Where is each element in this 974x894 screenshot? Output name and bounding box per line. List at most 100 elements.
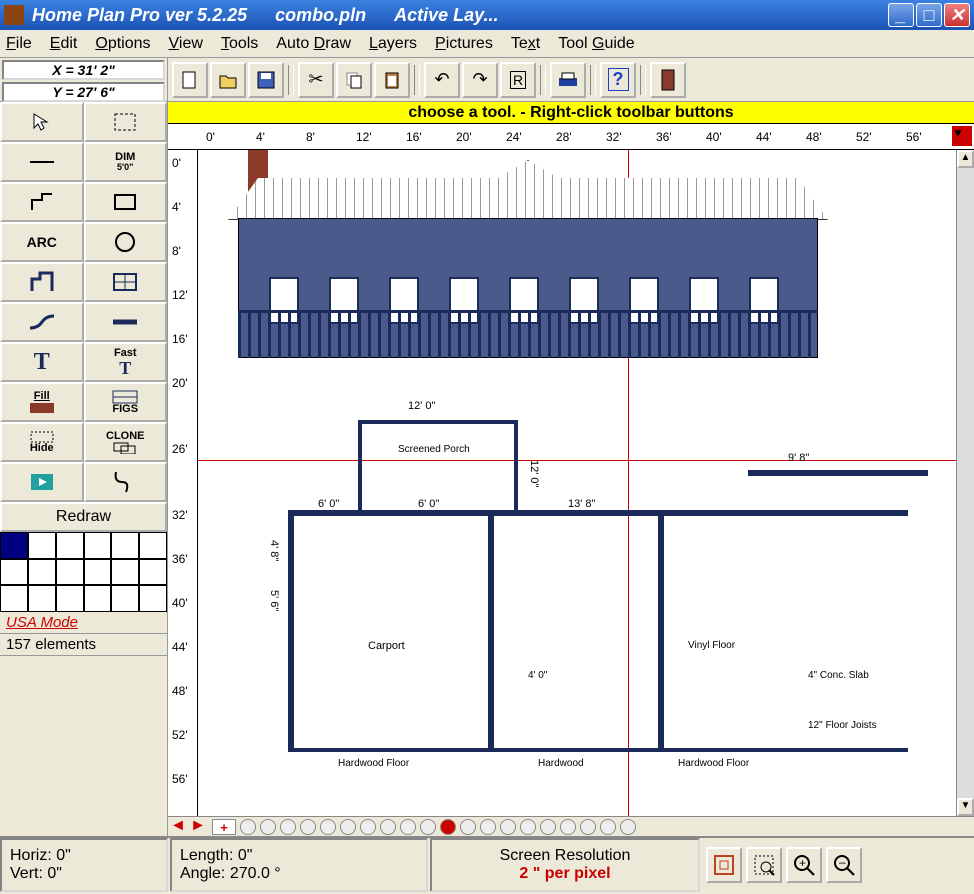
tool-thick-line[interactable] xyxy=(84,302,168,342)
menu-edit[interactable]: Edit xyxy=(50,35,78,53)
zoom-window-icon[interactable] xyxy=(746,847,782,883)
tool-clone[interactable]: CLONE xyxy=(84,422,168,462)
layer-dot[interactable] xyxy=(580,819,596,835)
layer-dot[interactable] xyxy=(300,819,316,835)
color-swatch[interactable] xyxy=(84,559,112,586)
tool-fill[interactable]: Fill xyxy=(0,382,84,422)
tool-dim[interactable]: DIM5'0" xyxy=(84,142,168,182)
tool-rect[interactable] xyxy=(84,182,168,222)
tool-select[interactable] xyxy=(0,102,84,142)
color-swatch[interactable] xyxy=(0,532,28,559)
menu-options[interactable]: Options xyxy=(95,35,150,53)
color-swatch[interactable] xyxy=(111,559,139,586)
tool-marquee[interactable] xyxy=(84,102,168,142)
vertical-scrollbar[interactable]: ▲ ▼ xyxy=(956,150,974,816)
tool-figs[interactable]: FIGS xyxy=(84,382,168,422)
menu-text[interactable]: Text xyxy=(511,35,540,53)
title-app: Home Plan Pro ver 5.2.25 xyxy=(32,5,247,26)
open-button[interactable] xyxy=(210,62,246,98)
layer-dot[interactable] xyxy=(620,819,636,835)
layer-dot[interactable] xyxy=(320,819,336,835)
tool-line[interactable] xyxy=(0,142,84,182)
menu-file[interactable]: File xyxy=(6,35,32,53)
layer-dot[interactable] xyxy=(520,819,536,835)
color-swatch[interactable] xyxy=(111,585,139,612)
add-layer-button[interactable]: + xyxy=(212,819,236,835)
copy-button[interactable] xyxy=(336,62,372,98)
close-button[interactable]: ✕ xyxy=(944,3,970,27)
layer-dot[interactable] xyxy=(460,819,476,835)
zoom-in-icon[interactable]: + xyxy=(786,847,822,883)
scroll-up-icon[interactable]: ▲ xyxy=(957,150,974,168)
ruler-corner-icon[interactable]: ▼ xyxy=(952,126,972,146)
resize-button[interactable]: R xyxy=(500,62,536,98)
scroll-right-icon[interactable]: ► xyxy=(188,817,208,836)
layer-dot[interactable] xyxy=(480,819,496,835)
color-swatch[interactable] xyxy=(56,585,84,612)
redraw-button[interactable]: Redraw xyxy=(0,502,167,532)
layer-dot[interactable] xyxy=(500,819,516,835)
layer-dot[interactable] xyxy=(240,819,256,835)
tool-arc[interactable]: ARC xyxy=(0,222,84,262)
color-swatch[interactable] xyxy=(139,532,167,559)
tool-text[interactable]: T xyxy=(0,342,84,382)
maximize-button[interactable]: □ xyxy=(916,3,942,27)
layer-dot[interactable] xyxy=(420,819,436,835)
tool-circle[interactable] xyxy=(84,222,168,262)
paste-button[interactable] xyxy=(374,62,410,98)
menu-autodraw[interactable]: Auto Draw xyxy=(276,35,351,53)
color-swatch[interactable] xyxy=(28,559,56,586)
layer-dot[interactable] xyxy=(340,819,356,835)
menu-toolguide[interactable]: Tool Guide xyxy=(558,35,635,53)
print-button[interactable] xyxy=(550,62,586,98)
tool-screen[interactable] xyxy=(0,462,84,502)
color-swatch[interactable] xyxy=(56,559,84,586)
tool-fast-text[interactable]: FastT xyxy=(84,342,168,382)
menu-pictures[interactable]: Pictures xyxy=(435,35,493,53)
scroll-left-icon[interactable]: ◄ xyxy=(168,817,188,836)
color-swatch[interactable] xyxy=(111,532,139,559)
layer-dot[interactable] xyxy=(560,819,576,835)
color-swatch[interactable] xyxy=(84,532,112,559)
layer-dot[interactable] xyxy=(380,819,396,835)
menu-layers[interactable]: Layers xyxy=(369,35,417,53)
color-swatch[interactable] xyxy=(0,559,28,586)
tool-curve[interactable] xyxy=(0,302,84,342)
drawing-canvas[interactable]: 12' 0" 12' 0" Screened Porch 6' 0" 6' 0"… xyxy=(198,150,956,816)
layer-dot[interactable] xyxy=(360,819,376,835)
minimize-button[interactable]: _ xyxy=(888,3,914,27)
color-swatch[interactable] xyxy=(0,585,28,612)
menu-view[interactable]: View xyxy=(169,35,203,53)
tool-hide[interactable]: Hide xyxy=(0,422,84,462)
zoom-extents-icon[interactable] xyxy=(706,847,742,883)
zoom-out-icon[interactable]: – xyxy=(826,847,862,883)
layer-dot[interactable] xyxy=(260,819,276,835)
menu-tools[interactable]: Tools xyxy=(221,35,258,53)
mode-toggle[interactable]: USA Mode xyxy=(0,612,167,633)
layer-dot[interactable] xyxy=(280,819,296,835)
cut-button[interactable]: ✂ xyxy=(298,62,334,98)
new-button[interactable] xyxy=(172,62,208,98)
tool-polyline[interactable] xyxy=(0,182,84,222)
scroll-down-icon[interactable]: ▼ xyxy=(957,798,974,816)
tool-wall[interactable] xyxy=(0,262,84,302)
color-swatch[interactable] xyxy=(56,532,84,559)
save-button[interactable] xyxy=(248,62,284,98)
tool-freehand[interactable] xyxy=(84,462,168,502)
layer-dot[interactable] xyxy=(400,819,416,835)
undo-button[interactable]: ↶ xyxy=(424,62,460,98)
dim-label: 6' 0" xyxy=(318,498,339,510)
color-swatch[interactable] xyxy=(84,585,112,612)
dim-label: 9' 8" xyxy=(788,452,809,464)
tool-window[interactable] xyxy=(84,262,168,302)
layer-dot[interactable] xyxy=(540,819,556,835)
color-swatch[interactable] xyxy=(28,585,56,612)
layer-dot-active[interactable] xyxy=(440,819,456,835)
door-button[interactable] xyxy=(650,62,686,98)
redo-button[interactable]: ↷ xyxy=(462,62,498,98)
color-swatch[interactable] xyxy=(139,559,167,586)
color-swatch[interactable] xyxy=(28,532,56,559)
layer-dot[interactable] xyxy=(600,819,616,835)
help-button[interactable]: ? xyxy=(600,62,636,98)
color-swatch[interactable] xyxy=(139,585,167,612)
